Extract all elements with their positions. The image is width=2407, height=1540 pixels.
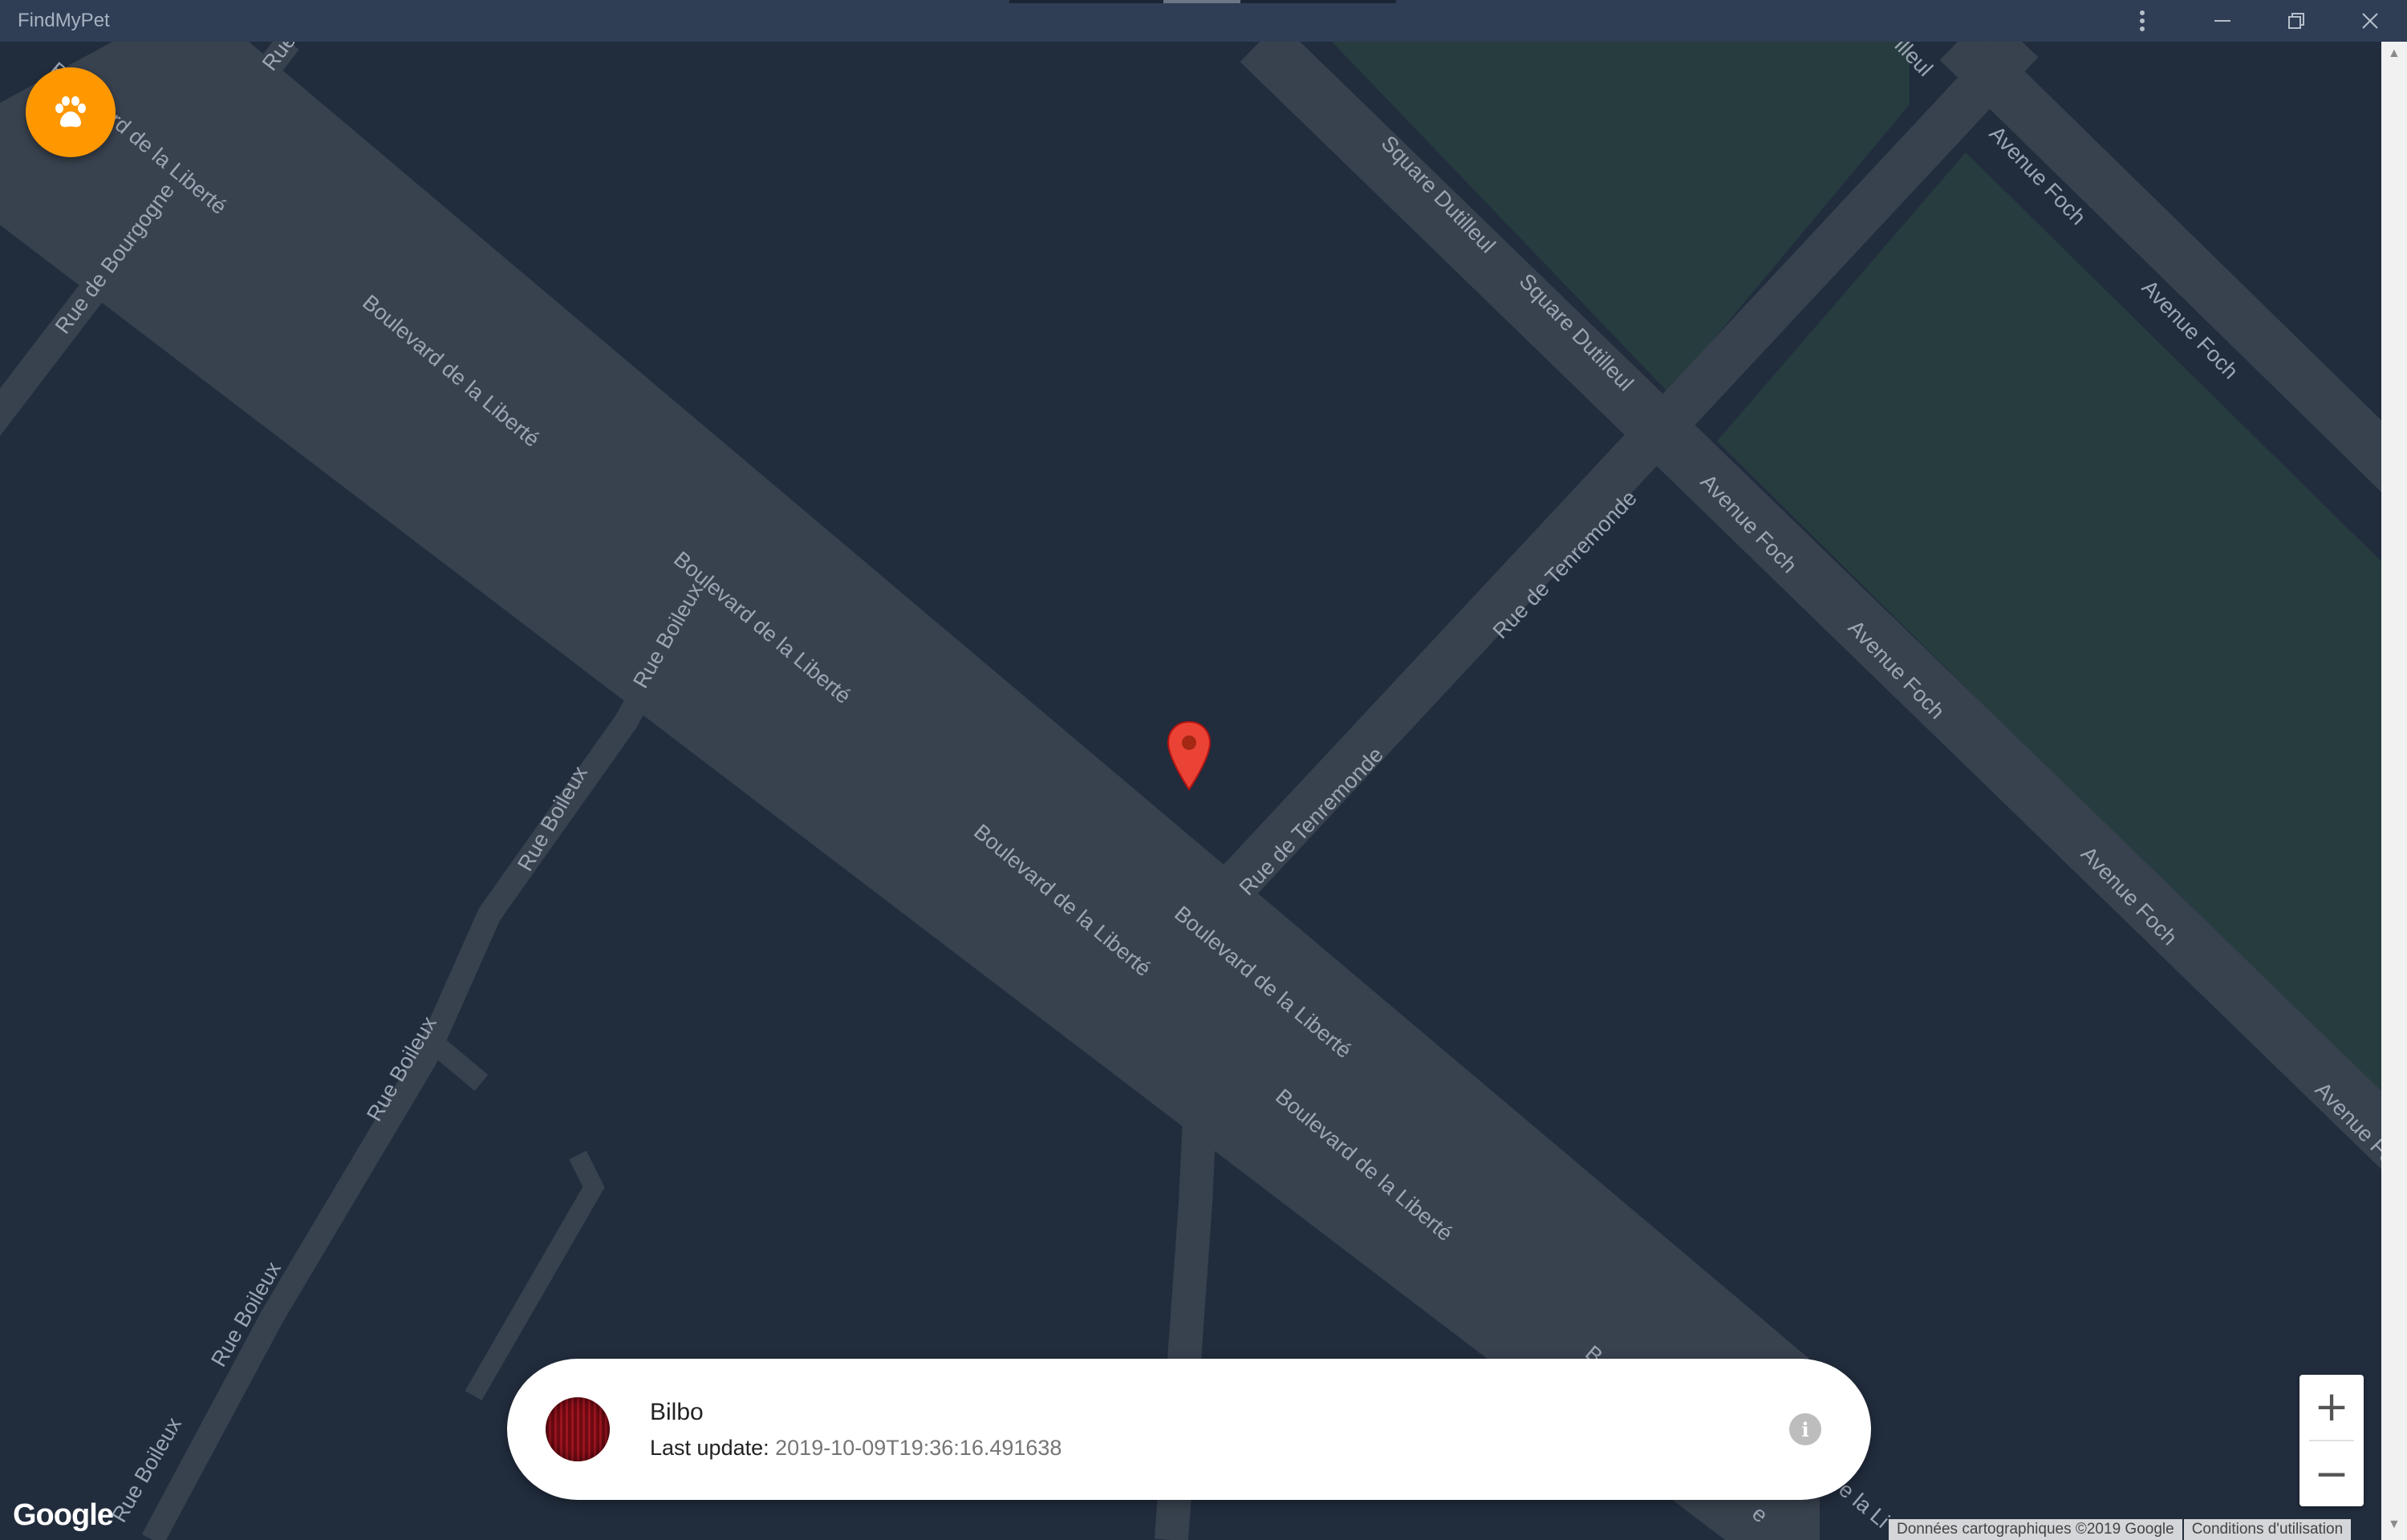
close-icon[interactable] — [2354, 5, 2386, 37]
map-canvas[interactable]: Boulevard de la Liberté Rue Rue de Bourg… — [0, 42, 2381, 1540]
map-data-credit: Données cartographiques ©2019 Google — [1889, 1519, 2182, 1540]
road — [426, 1035, 489, 1091]
app-title: FindMyPet — [18, 10, 110, 31]
scroll-up-icon[interactable]: ▲ — [2388, 47, 2401, 61]
zoom-out-button[interactable]: − — [2299, 1442, 2364, 1506]
zoom-control: + − — [2299, 1375, 2364, 1506]
map-view[interactable]: Boulevard de la Liberté Rue Rue de Bourg… — [0, 42, 2381, 1540]
paw-button[interactable] — [26, 67, 116, 157]
pet-avatar[interactable] — [546, 1397, 610, 1461]
last-update: Last update: 2019-10-09T19:36:16.491638 — [650, 1436, 1061, 1461]
street-label: Rue Boileux — [513, 761, 592, 875]
map-pin-icon[interactable] — [1167, 720, 1212, 791]
scrollbar[interactable]: ▲ ▼ — [2381, 42, 2407, 1540]
terms-link[interactable]: Conditions d'utilisation — [2183, 1519, 2352, 1540]
minimize-icon[interactable] — [2206, 5, 2239, 37]
last-update-value: 2019-10-09T19:36:16.491638 — [775, 1436, 1062, 1460]
more-vert-icon[interactable] — [2126, 5, 2158, 37]
restore-icon[interactable] — [2280, 5, 2312, 37]
pet-info-card[interactable]: Bilbo Last update: 2019-10-09T19:36:16.4… — [507, 1359, 1871, 1500]
last-update-label: Last update: — [650, 1436, 769, 1460]
paw-icon — [55, 96, 86, 128]
info-icon[interactable]: i — [1789, 1413, 1821, 1445]
zoom-in-button[interactable]: + — [2299, 1375, 2364, 1439]
title-bar: FindMyPet — [0, 0, 2407, 42]
scroll-down-icon[interactable]: ▼ — [2388, 1518, 2401, 1532]
window-drag-handle[interactable] — [1009, 0, 1396, 3]
pet-name: Bilbo — [650, 1399, 704, 1425]
divider — [2309, 1440, 2354, 1441]
street-label: Rue de Tenremonde — [1235, 743, 1388, 900]
map-attribution: Données cartographiques ©2019 Google Con… — [1889, 1519, 2352, 1540]
google-logo: Google — [13, 1498, 114, 1532]
